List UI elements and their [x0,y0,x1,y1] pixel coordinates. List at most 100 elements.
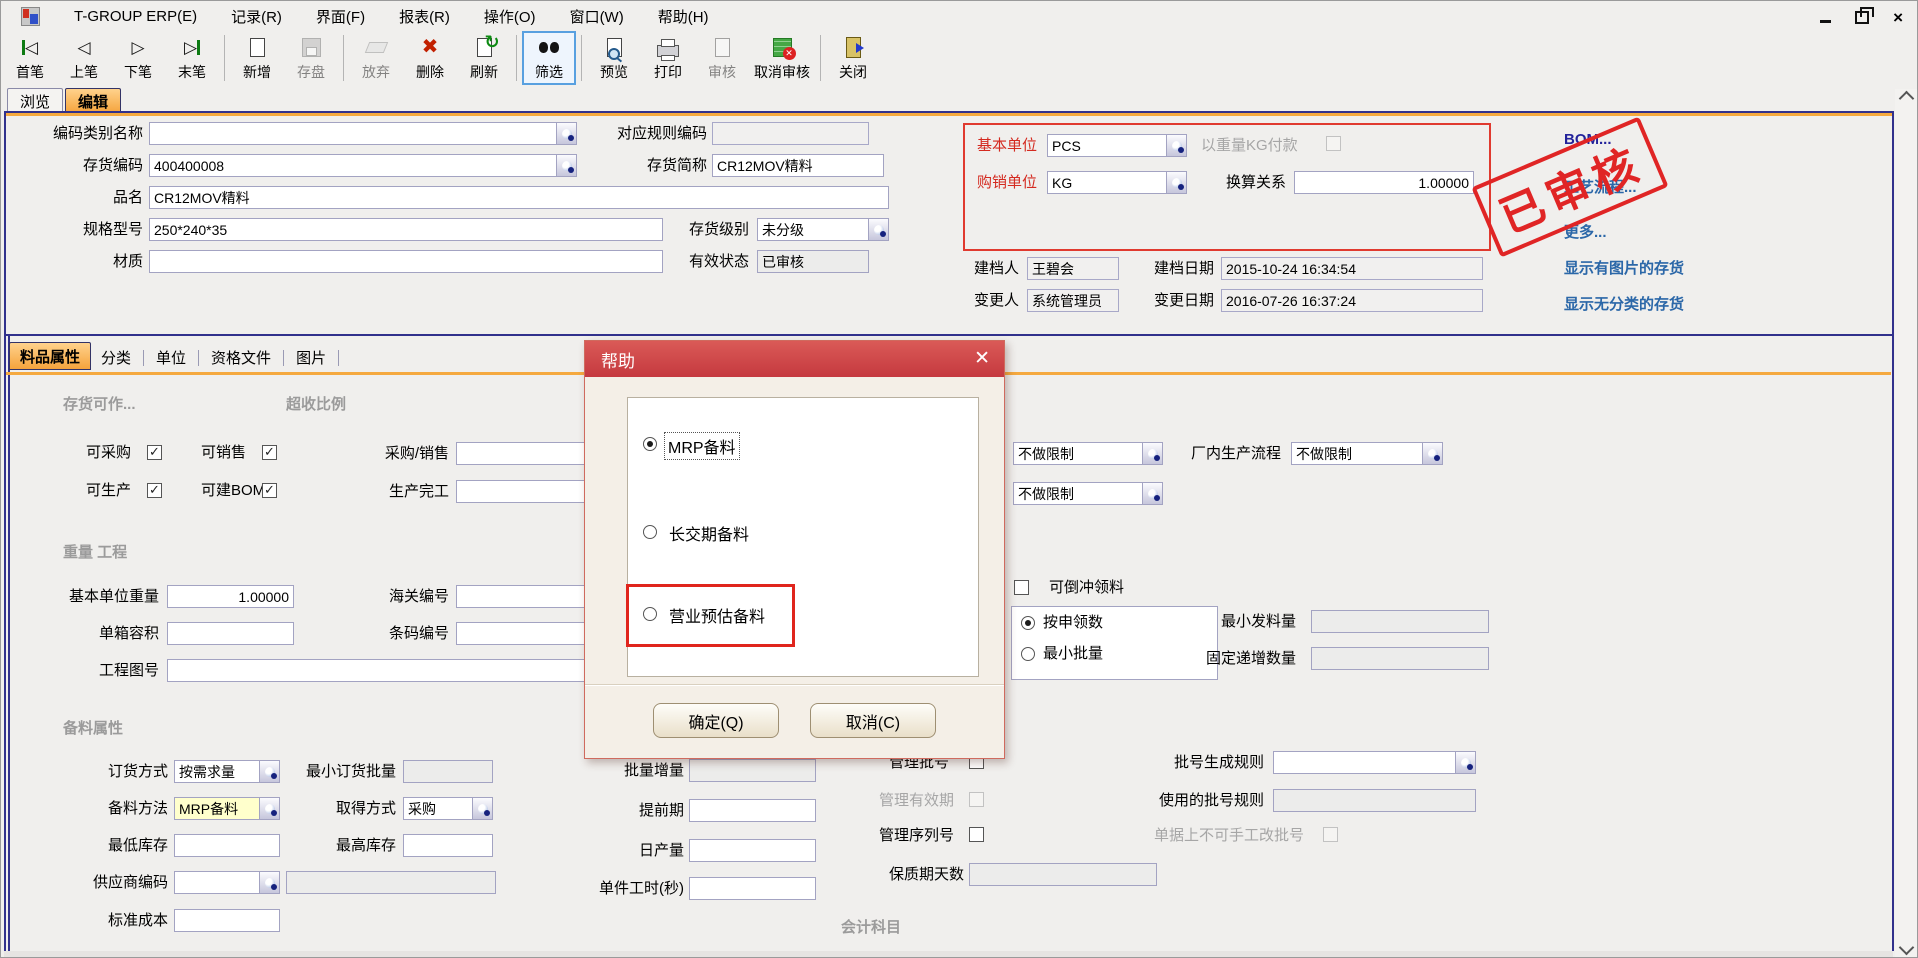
purchasable-checkbox[interactable] [147,445,162,460]
lot-rule-field[interactable] [1273,751,1476,774]
bom-allowed-checkbox[interactable] [262,483,277,498]
tab-browse[interactable]: 浏览 [7,88,63,113]
conversion-field[interactable]: 1.00000 [1294,171,1474,194]
spec-field[interactable]: 250*240*35 [149,218,663,241]
tab-item-attributes[interactable]: 料品属性 [9,342,91,370]
over-receipt-purchase-field[interactable] [456,442,601,465]
ok-button[interactable]: 确定(Q) [653,703,779,738]
sellable-checkbox[interactable] [262,445,277,460]
unit-weight-field[interactable]: 1.00000 [167,585,294,608]
backflush-checkbox[interactable] [1014,580,1029,595]
dialog-close-icon[interactable]: ✕ [974,349,990,368]
factory-flow-field[interactable]: 不做限制 [1291,442,1443,465]
unit-hours-field[interactable] [689,877,816,900]
order-mode-lookup-button[interactable] [259,761,279,782]
trade-unit-lookup-button[interactable] [1166,172,1186,193]
tab-edit[interactable]: 编辑 [65,88,121,113]
menu-help[interactable]: 帮助(H) [658,6,709,27]
code-type-field[interactable] [149,122,577,145]
field-value: 250*240*35 [154,222,227,238]
next-record-button[interactable]: ▷ 下笔 [111,31,165,85]
link-show-with-image[interactable]: 显示有图片的存货 [1564,257,1684,278]
barcode-field[interactable] [456,622,601,645]
base-unit-field[interactable]: PCS [1047,134,1187,157]
new-record-button[interactable]: 新增 [230,31,284,85]
menu-window[interactable]: 窗口(W) [570,6,624,27]
by-request-radio[interactable] [1021,616,1035,630]
restrict-1-lookup-button[interactable] [1142,443,1162,464]
item-code-lookup-button[interactable] [556,155,576,176]
item-short-field[interactable]: CR12MOV精料 [712,154,884,177]
prep-method-lookup-button[interactable] [259,798,279,819]
close-window-button[interactable]: 关闭 [826,31,880,85]
min-stock-field[interactable] [174,834,280,857]
menu-operation[interactable]: 操作(O) [484,6,536,27]
acquire-mode-lookup-button[interactable] [472,798,492,819]
link-show-unclassified[interactable]: 显示无分类的存货 [1564,293,1684,314]
level-field[interactable]: 未分级 [757,218,889,241]
item-code-field[interactable]: 400400008 [149,154,577,177]
manage-serial-checkbox[interactable] [969,827,984,842]
lot-rule-lookup-button[interactable] [1455,752,1475,773]
order-mode-field[interactable]: 按需求量 [174,760,280,783]
restrict-field-2[interactable]: 不做限制 [1013,482,1163,505]
vertical-scrollbar[interactable] [1895,89,1917,957]
mrp-prep-radio[interactable] [643,437,657,451]
drawing-no-field[interactable] [167,659,601,682]
restrict-field-1[interactable]: 不做限制 [1013,442,1163,465]
print-button[interactable]: 打印 [641,31,695,85]
box-volume-field[interactable] [167,622,294,645]
restrict-2-lookup-button[interactable] [1142,483,1162,504]
tab-qualification-files[interactable]: 资格文件 [201,344,281,370]
preview-button[interactable]: 预览 [587,31,641,85]
max-stock-field[interactable] [403,834,493,857]
tab-units[interactable]: 单位 [146,344,196,370]
last-record-button[interactable]: ▷ 末笔 [165,31,219,85]
long-leadtime-option-label[interactable]: 长交期备料 [669,521,749,545]
trade-unit-field[interactable]: KG [1047,171,1187,194]
supplier-code-field[interactable] [174,871,280,894]
delete-button[interactable]: ✖ 删除 [403,31,457,85]
level-lookup-button[interactable] [868,219,888,240]
rule-code-field[interactable] [712,122,869,145]
item-name-field[interactable]: CR12MOV精料 [149,186,889,209]
producible-checkbox[interactable] [147,483,162,498]
mrp-prep-option-label[interactable]: MRP备料 [665,433,739,459]
magnifier-icon [1172,178,1182,188]
lead-time-label: 提前期 [614,799,684,822]
filter-button[interactable]: 筛选 [522,31,576,85]
first-record-button[interactable]: ◁ 首笔 [3,31,57,85]
code-type-lookup-button[interactable] [556,123,576,144]
factory-flow-lookup-button[interactable] [1422,443,1442,464]
customs-code-field[interactable] [456,585,601,608]
lead-time-field[interactable] [689,799,816,822]
refresh-button[interactable]: ↻ 刷新 [457,31,511,85]
std-cost-field[interactable] [174,909,280,932]
cancel-audit-button[interactable]: 取消审核 [749,31,815,85]
prev-record-button[interactable]: ◁ 上笔 [57,31,111,85]
help-dialog-titlebar[interactable]: 帮助 ✕ [585,341,1004,377]
acquire-mode-field[interactable]: 采购 [403,797,493,820]
close-icon[interactable]: × [1893,9,1903,26]
prep-method-field[interactable]: MRP备料 [174,797,280,820]
tab-classification[interactable]: 分类 [91,344,141,370]
min-batch-radio[interactable] [1021,647,1035,661]
tab-images[interactable]: 图片 [286,344,336,370]
material-field[interactable] [149,250,663,273]
restore-icon[interactable] [1855,11,1869,24]
menu-interface[interactable]: 界面(F) [316,6,365,27]
cancel-button[interactable]: 取消(C) [810,703,936,738]
pay-by-weight-checkbox [1326,136,1341,151]
min-issue-label: 最小发料量 [1204,610,1296,633]
base-unit-lookup-button[interactable] [1166,135,1186,156]
minimize-icon[interactable] [1820,20,1831,23]
daily-output-field[interactable] [689,839,816,862]
menu-record[interactable]: 记录(R) [231,6,282,27]
long-leadtime-radio[interactable] [643,525,657,539]
supplier-lookup-button[interactable] [259,872,279,893]
menu-report[interactable]: 报表(R) [399,6,450,27]
scroll-down-icon[interactable] [1898,940,1914,956]
scroll-up-icon[interactable] [1898,91,1914,107]
menu-app[interactable]: T-GROUP ERP(E) [74,8,197,25]
over-receipt-production-field[interactable] [456,480,601,503]
